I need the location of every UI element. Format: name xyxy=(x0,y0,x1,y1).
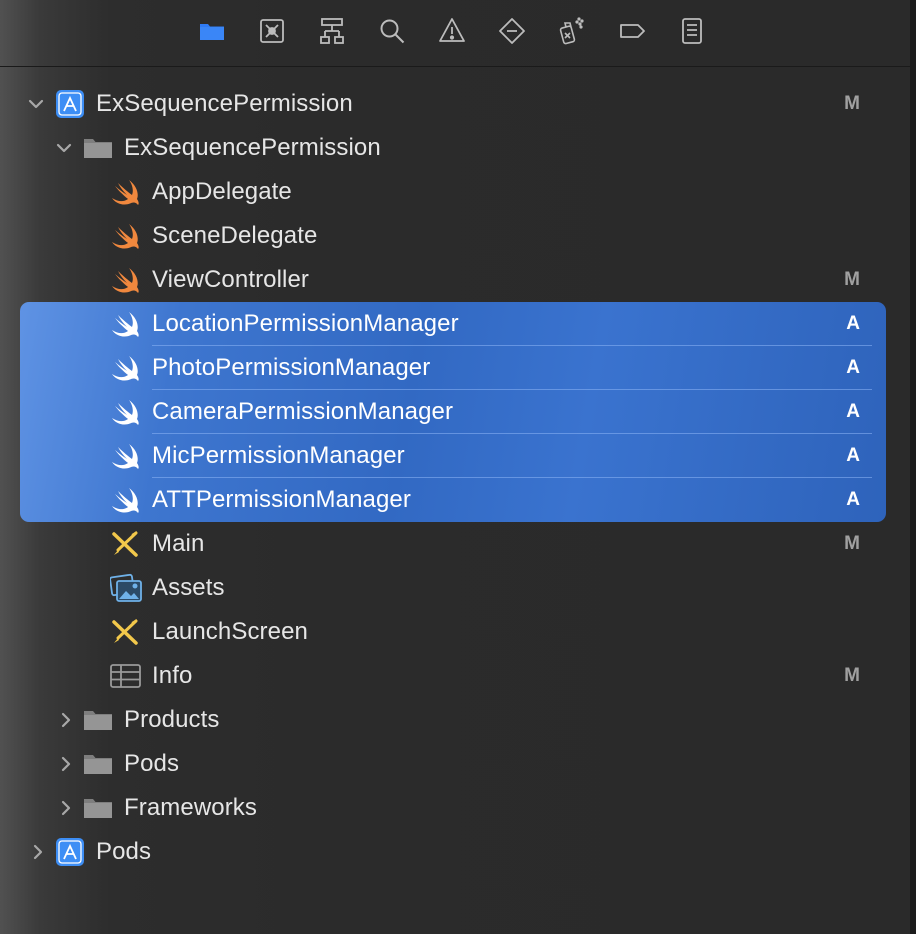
row-label: Info xyxy=(152,662,193,689)
chevron-right-icon[interactable] xyxy=(56,754,76,774)
git-status-badge: A xyxy=(846,313,860,334)
row-label: Frameworks xyxy=(124,794,258,821)
search-icon xyxy=(377,16,407,51)
navigator-toolbar xyxy=(0,0,910,67)
swift-icon xyxy=(110,221,142,251)
chevron-down-icon[interactable] xyxy=(26,94,46,114)
git-status-badge: A xyxy=(846,489,860,510)
report-list-icon xyxy=(677,16,707,51)
git-status-badge: A xyxy=(846,401,860,422)
row-label: LaunchScreen xyxy=(152,618,308,645)
git-status-badge: A xyxy=(846,445,860,466)
row-label: Assets xyxy=(152,574,225,601)
chevron-right-icon[interactable] xyxy=(56,710,76,730)
tree-row-file-info[interactable]: Info M xyxy=(0,654,910,698)
breakpoint-navigator-tab[interactable] xyxy=(613,14,651,52)
tree-row-project-exsequencepermission[interactable]: ExSequencePermission M xyxy=(0,82,910,126)
tree-row-file-launchscreen[interactable]: LaunchScreen xyxy=(0,610,910,654)
tree-row-file-attpermissionmanager[interactable]: ATTPermissionManager A xyxy=(0,478,910,522)
hierarchy-icon xyxy=(317,16,347,51)
row-label: AppDelegate xyxy=(152,178,292,205)
row-label: ExSequencePermission xyxy=(96,90,353,117)
git-status-badge: M xyxy=(844,533,860,554)
git-status-badge: M xyxy=(844,93,860,114)
tree-row-file-micpermissionmanager[interactable]: MicPermissionManager A xyxy=(0,434,910,478)
warning-icon xyxy=(437,16,467,51)
breakpoint-tag-icon xyxy=(617,16,647,51)
app-project-icon xyxy=(54,837,86,867)
chevron-down-icon[interactable] xyxy=(54,138,74,158)
row-label: ViewController xyxy=(152,266,310,293)
app-project-icon xyxy=(54,89,86,119)
source-control-navigator-tab[interactable] xyxy=(253,14,291,52)
row-label: Pods xyxy=(124,750,180,777)
folder-icon xyxy=(82,705,114,735)
chevron-right-icon[interactable] xyxy=(56,798,76,818)
storyboard-icon xyxy=(110,529,142,559)
find-navigator-tab[interactable] xyxy=(373,14,411,52)
row-label: Main xyxy=(152,530,205,557)
row-label: SceneDelegate xyxy=(152,222,318,249)
swift-icon xyxy=(110,485,142,515)
tree-row-file-locationpermissionmanager[interactable]: LocationPermissionManager A xyxy=(0,302,910,346)
project-navigator-panel: ExSequencePermission M ExSequencePermiss… xyxy=(0,0,916,934)
swift-icon xyxy=(110,441,142,471)
chevron-right-icon[interactable] xyxy=(28,842,48,862)
test-diamond-icon xyxy=(497,16,527,51)
issue-navigator-tab[interactable] xyxy=(433,14,471,52)
swift-icon xyxy=(110,397,142,427)
tree-row-file-camerapermissionmanager[interactable]: CameraPermissionManager A xyxy=(0,390,910,434)
row-label: Pods xyxy=(96,838,152,865)
folder-icon xyxy=(82,793,114,823)
source-control-icon xyxy=(257,16,287,51)
folder-icon xyxy=(197,16,227,51)
swift-icon xyxy=(110,265,142,295)
row-label: CameraPermissionManager xyxy=(152,398,454,425)
row-label: MicPermissionManager xyxy=(152,442,405,469)
tree-row-file-viewcontroller[interactable]: ViewController M xyxy=(0,258,910,302)
tree-row-group-products[interactable]: Products xyxy=(0,698,910,742)
git-status-badge: A xyxy=(846,357,860,378)
tree-row-file-main[interactable]: Main M xyxy=(0,522,910,566)
symbol-navigator-tab[interactable] xyxy=(313,14,351,52)
swift-icon xyxy=(110,177,142,207)
git-status-badge: M xyxy=(844,269,860,290)
row-label: ATTPermissionManager xyxy=(152,486,411,513)
git-status-badge: M xyxy=(844,665,860,686)
project-navigator-tab[interactable] xyxy=(193,14,231,52)
asset-catalog-icon xyxy=(109,573,142,603)
row-label: Products xyxy=(124,706,220,733)
plist-table-icon xyxy=(110,661,142,691)
storyboard-icon xyxy=(110,617,142,647)
debug-spray-icon xyxy=(557,16,587,51)
tree-row-project-pods[interactable]: Pods xyxy=(0,830,910,874)
tree-row-file-appdelegate[interactable]: AppDelegate xyxy=(0,170,910,214)
tree-row-group-exsequencepermission[interactable]: ExSequencePermission xyxy=(0,126,910,170)
row-label: PhotoPermissionManager xyxy=(152,354,431,381)
tree-row-group-frameworks[interactable]: Frameworks xyxy=(0,786,910,830)
tree-row-file-assets[interactable]: Assets xyxy=(0,566,910,610)
row-label: ExSequencePermission xyxy=(124,134,381,161)
swift-icon xyxy=(110,309,142,339)
tree-row-file-scenedelegate[interactable]: SceneDelegate xyxy=(0,214,910,258)
swift-icon xyxy=(110,353,142,383)
folder-icon xyxy=(82,133,114,163)
debug-navigator-tab[interactable] xyxy=(553,14,591,52)
report-navigator-tab[interactable] xyxy=(673,14,711,52)
folder-icon xyxy=(82,749,114,779)
test-navigator-tab[interactable] xyxy=(493,14,531,52)
tree-row-file-photopermissionmanager[interactable]: PhotoPermissionManager A xyxy=(0,346,910,390)
row-label: LocationPermissionManager xyxy=(152,310,459,337)
tree-row-group-pods[interactable]: Pods xyxy=(0,742,910,786)
